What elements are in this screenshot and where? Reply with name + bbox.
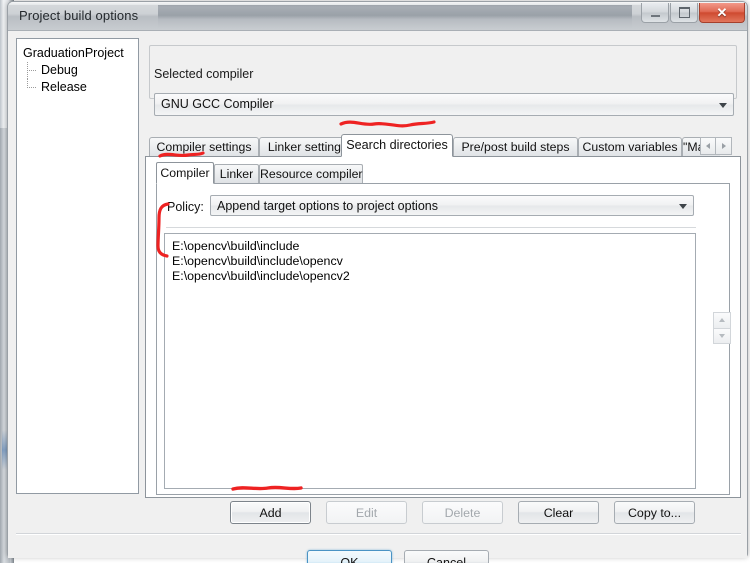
tree-item-debug[interactable]: Debug xyxy=(23,62,138,79)
tab-scroll-buttons xyxy=(700,137,732,155)
compiler-select[interactable]: GNU GCC Compiler xyxy=(154,93,734,116)
tree-connector xyxy=(27,62,39,79)
window-title: Project build options xyxy=(19,8,139,23)
cancel-button[interactable]: Cancel xyxy=(404,550,489,563)
list-item[interactable]: E:\opencv\build\include xyxy=(172,239,695,254)
reorder-spinner xyxy=(713,312,731,344)
policy-label: Policy: xyxy=(167,200,204,214)
minimize-button[interactable] xyxy=(641,3,669,23)
title-bar-sheen xyxy=(8,2,747,5)
list-item[interactable]: E:\opencv\build\include\opencv xyxy=(172,254,695,269)
tree-item-release-label: Release xyxy=(41,80,87,94)
minimize-icon xyxy=(650,14,660,17)
window-controls: ✕ xyxy=(640,3,745,27)
maximize-button[interactable] xyxy=(670,3,698,23)
background-window-title xyxy=(190,11,490,25)
subtab-resource-compiler[interactable]: Resource compiler xyxy=(259,164,363,183)
tab-pre-post-build-steps[interactable]: Pre/post build steps xyxy=(453,137,578,156)
targets-tree[interactable]: GraduationProject Debug Release xyxy=(16,38,139,494)
edit-button: Edit xyxy=(326,501,407,524)
tab-compiler-settings[interactable]: Compiler settings xyxy=(149,137,259,156)
tree-item-debug-label: Debug xyxy=(41,63,78,77)
tab-custom-variables[interactable]: Custom variables xyxy=(578,137,682,156)
search-directories-list[interactable]: E:\opencv\build\include E:\opencv\build\i… xyxy=(164,233,696,489)
chevron-down-icon xyxy=(719,103,727,108)
copy-to-button[interactable]: Copy to... xyxy=(614,501,695,524)
compiler-select-value: GNU GCC Compiler xyxy=(161,97,274,111)
project-build-options-dialog: Project build options ✕ GraduationProjec… xyxy=(7,1,748,563)
move-up-button[interactable] xyxy=(714,313,730,329)
add-button[interactable]: Add xyxy=(230,501,311,524)
delete-button: Delete xyxy=(422,501,503,524)
list-action-buttons: Add Edit Delete Clear Copy to... xyxy=(230,501,695,524)
screenshot-root: Project build options ✕ GraduationProjec… xyxy=(0,0,750,563)
policy-select[interactable]: Append target options to project options xyxy=(210,195,694,216)
subtab-compiler[interactable]: Compiler xyxy=(156,162,214,184)
tab-scroll-left-button[interactable] xyxy=(700,137,716,155)
arrow-down-icon xyxy=(719,333,725,338)
ok-button[interactable]: OK xyxy=(307,550,392,563)
tree-item-project[interactable]: GraduationProject xyxy=(23,45,138,62)
dialog-footer-buttons: OK Cancel xyxy=(307,550,489,563)
maximize-icon xyxy=(678,7,690,18)
dialog-body: GraduationProject Debug Release Selected… xyxy=(8,31,747,563)
arrow-up-icon xyxy=(719,318,725,323)
close-button[interactable]: ✕ xyxy=(699,3,745,23)
selected-compiler-label: Selected compiler xyxy=(150,67,258,81)
chevron-left-icon xyxy=(706,143,710,149)
list-item[interactable]: E:\opencv\build\include\opencv2 xyxy=(172,269,695,284)
close-icon: ✕ xyxy=(716,5,728,20)
tab-scroll-right-button[interactable] xyxy=(716,137,732,155)
footer-separator-highlight xyxy=(16,534,741,535)
tree-connector xyxy=(27,79,39,96)
clear-button[interactable]: Clear xyxy=(518,501,599,524)
chevron-down-icon xyxy=(679,204,687,209)
move-down-button[interactable] xyxy=(714,328,730,343)
title-bar: Project build options ✕ xyxy=(8,2,747,31)
tree-item-release[interactable]: Release xyxy=(23,79,138,96)
policy-select-value: Append target options to project options xyxy=(217,199,438,213)
build-options-tabs: "Make" commandsCustom variablesPre/post … xyxy=(145,134,741,157)
chevron-right-icon xyxy=(721,143,726,149)
policy-separator xyxy=(166,227,696,228)
tab-search-directories[interactable]: Search directories xyxy=(341,134,453,157)
subtab-linker[interactable]: Linker xyxy=(214,164,259,183)
